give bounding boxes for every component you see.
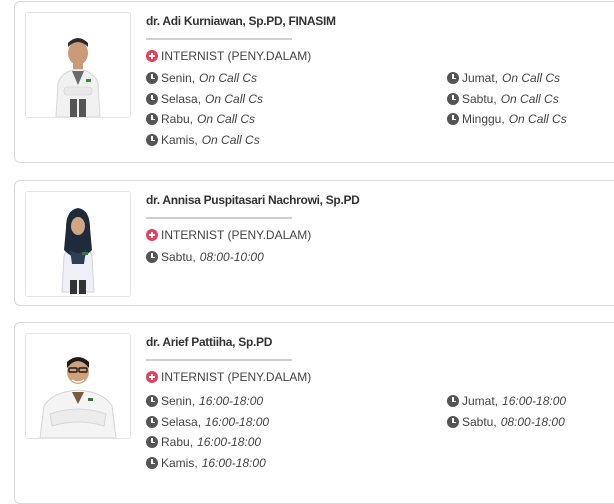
divider	[146, 38, 292, 40]
schedule-day: Senin,	[161, 71, 196, 85]
schedule-time: On Call Cs	[201, 133, 260, 147]
schedule-time: 16:00-18:00	[197, 435, 262, 449]
specialty: INTERNIST (PENY.DALAM)	[146, 49, 311, 63]
specialty-label: INTERNIST (PENY.DALAM)	[161, 370, 312, 384]
doctor-card[interactable]: dr. Adi Kurniawan, Sp.PD, FINASIM INTERN…	[14, 1, 614, 163]
divider	[146, 217, 292, 219]
plus-icon	[146, 371, 158, 383]
schedule-item: Selasa, On Call Cs	[146, 91, 263, 107]
doctor-name[interactable]: dr. Arief Pattiiha, Sp.PD	[146, 335, 272, 349]
schedule-day: Kamis,	[161, 456, 198, 470]
schedule-time: On Call Cs	[205, 92, 264, 106]
schedule-item: Jumat, On Call Cs	[447, 70, 560, 86]
schedule-time: On Call Cs	[197, 112, 256, 126]
specialty-label: INTERNIST (PENY.DALAM)	[161, 228, 312, 242]
schedule-time: On Call Cs	[508, 112, 567, 126]
schedule-day: Kamis,	[161, 133, 198, 147]
clock-icon	[146, 416, 158, 428]
clock-icon	[447, 72, 459, 84]
specialty: INTERNIST (PENY.DALAM)	[146, 228, 311, 242]
clock-icon	[146, 72, 158, 84]
schedule-day: Sabtu,	[161, 250, 196, 264]
schedule-day: Minggu,	[462, 112, 505, 126]
clock-icon	[146, 395, 158, 407]
schedule-item: Kamis, 16:00-18:00	[146, 455, 266, 471]
doctor-name[interactable]: dr. Adi Kurniawan, Sp.PD, FINASIM	[146, 14, 336, 28]
schedule-item: Selasa, 16:00-18:00	[146, 414, 269, 430]
schedule-day: Sabtu,	[462, 415, 497, 429]
clock-icon	[447, 395, 459, 407]
doctor-photo[interactable]	[25, 191, 131, 297]
schedule-day: Jumat,	[462, 71, 499, 85]
schedule-item: Kamis, On Call Cs	[146, 132, 260, 148]
schedule-time: 08:00-18:00	[500, 415, 565, 429]
doctor-card[interactable]: dr. Annisa Puspitasari Nachrowi, Sp.PD I…	[14, 180, 614, 306]
schedule-day: Jumat,	[462, 394, 499, 408]
schedule-day: Selasa,	[161, 92, 202, 106]
doctor-photo[interactable]	[25, 12, 131, 118]
schedule-time: On Call Cs	[502, 71, 561, 85]
clock-icon	[447, 416, 459, 428]
clock-icon	[146, 251, 158, 263]
plus-icon	[146, 50, 158, 62]
plus-icon	[146, 229, 158, 241]
clock-icon	[146, 457, 158, 469]
schedule-item: Rabu, On Call Cs	[146, 111, 255, 127]
schedule-item: Minggu, On Call Cs	[447, 111, 567, 127]
schedule-day: Selasa,	[161, 415, 202, 429]
clock-icon	[447, 93, 459, 105]
schedule-item: Jumat, 16:00-18:00	[447, 393, 566, 409]
divider	[146, 359, 292, 361]
schedule-day: Rabu,	[161, 112, 194, 126]
schedule-item: Senin, On Call Cs	[146, 70, 257, 86]
schedule-item: Senin, 16:00-18:00	[146, 393, 263, 409]
specialty: INTERNIST (PENY.DALAM)	[146, 370, 311, 384]
schedule-item: Sabtu, 08:00-18:00	[447, 414, 565, 430]
schedule-item: Rabu, 16:00-18:00	[146, 434, 261, 450]
schedule-time: On Call Cs	[500, 92, 559, 106]
doctor-card[interactable]: dr. Arief Pattiiha, Sp.PD INTERNIST (PEN…	[14, 322, 614, 504]
specialty-label: INTERNIST (PENY.DALAM)	[161, 49, 312, 63]
clock-icon	[146, 436, 158, 448]
schedule-item: Sabtu, On Call Cs	[447, 91, 559, 107]
schedule-time: 08:00-10:00	[199, 250, 264, 264]
schedule-day: Senin,	[161, 394, 196, 408]
clock-icon	[146, 93, 158, 105]
doctor-photo[interactable]	[25, 333, 131, 439]
clock-icon	[146, 134, 158, 146]
schedule-time: 16:00-18:00	[205, 415, 270, 429]
schedule-time: 16:00-18:00	[199, 394, 264, 408]
schedule-item: Sabtu, 08:00-10:00	[146, 249, 264, 265]
schedule-time: 16:00-18:00	[201, 456, 266, 470]
schedule-day: Sabtu,	[462, 92, 497, 106]
schedule-day: Rabu,	[161, 435, 194, 449]
schedule-time: On Call Cs	[199, 71, 258, 85]
schedule-time: 16:00-18:00	[502, 394, 567, 408]
doctor-name[interactable]: dr. Annisa Puspitasari Nachrowi, Sp.PD	[146, 193, 360, 207]
clock-icon	[447, 113, 459, 125]
clock-icon	[146, 113, 158, 125]
